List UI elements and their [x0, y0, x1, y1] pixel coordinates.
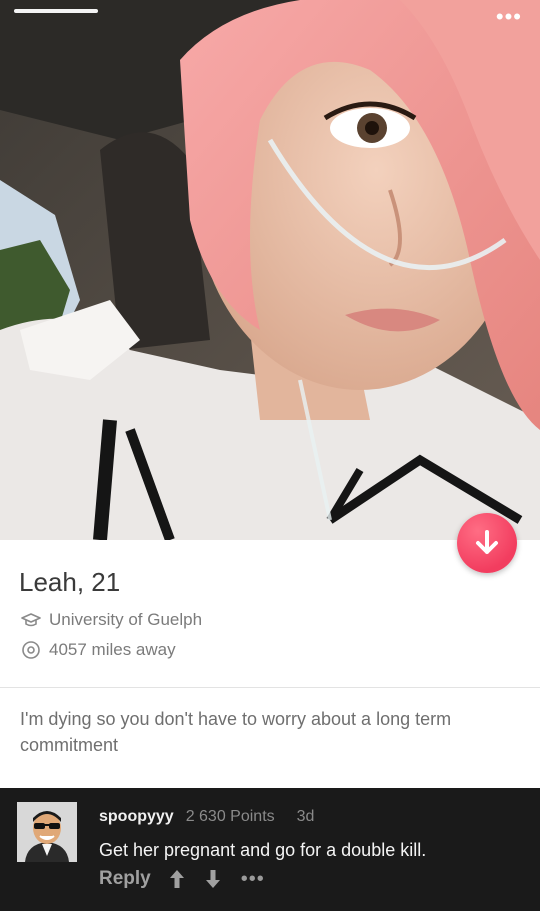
graduation-cap-icon [21, 613, 41, 627]
profile-photo[interactable]: ••• [0, 0, 540, 540]
avatar-image [17, 802, 77, 862]
profile-bio: I'm dying so you don't have to worry abo… [20, 709, 452, 755]
profile-distance: 4057 miles away [49, 640, 176, 659]
card-divider [0, 687, 540, 688]
profile-school-row: University of Guelph [21, 610, 202, 630]
comment: spoopyyy 2 630 Points 3d Get her pregnan… [0, 788, 540, 911]
upvote-button[interactable] [169, 869, 185, 889]
downvote-button[interactable] [205, 869, 221, 889]
profile-name-age: Leah, 21 [19, 567, 121, 597]
avatar[interactable] [17, 802, 77, 862]
more-options-button[interactable]: ••• [496, 6, 522, 28]
comment-actions: Reply ••• [99, 868, 265, 890]
comment-text: Get her pregnant and go for a double kil… [99, 840, 427, 860]
profile-school: University of Guelph [49, 610, 203, 629]
photo-progress-indicator [14, 9, 98, 13]
profile-photo-image [0, 0, 540, 540]
comment-meta: spoopyyy 2 630 Points 3d [99, 808, 314, 826]
comment-username[interactable]: spoopyyy [99, 808, 174, 826]
arrow-down-icon [205, 870, 220, 888]
location-pin-icon [22, 641, 40, 659]
arrow-up-icon [169, 870, 184, 888]
profile-distance-row: 4057 miles away [21, 640, 176, 660]
dislike-button[interactable] [457, 513, 517, 573]
comment-age: 3d [296, 808, 315, 825]
reply-button[interactable]: Reply [99, 868, 151, 890]
comment-points: 2 630 Points [185, 808, 275, 825]
comment-more-button[interactable]: ••• [241, 869, 265, 889]
arrow-down-icon [476, 530, 498, 554]
profile-card: Leah, 21 University of Guelph 4057 miles… [0, 540, 540, 788]
